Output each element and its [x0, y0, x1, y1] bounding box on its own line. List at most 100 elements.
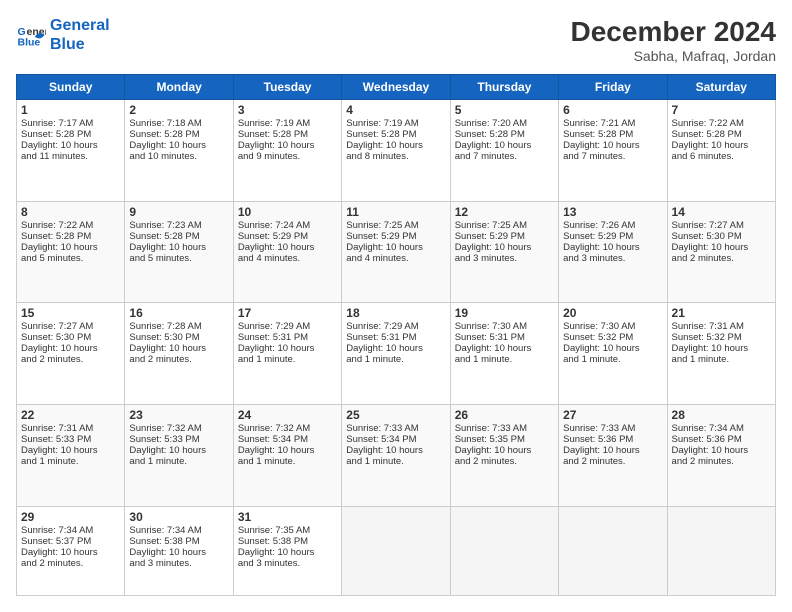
table-row: 20Sunrise: 7:30 AMSunset: 5:32 PMDayligh…: [559, 303, 667, 405]
day-info: and 6 minutes.: [672, 151, 771, 162]
day-info: and 1 minute.: [238, 456, 337, 467]
col-wednesday: Wednesday: [342, 75, 450, 100]
table-row: 10Sunrise: 7:24 AMSunset: 5:29 PMDayligh…: [233, 201, 341, 303]
day-info: and 7 minutes.: [455, 151, 554, 162]
day-info: and 1 minute.: [455, 354, 554, 365]
day-info: Sunset: 5:38 PM: [129, 536, 228, 547]
header: G eneral Blue General Blue December 2024…: [16, 16, 776, 64]
day-info: Sunset: 5:28 PM: [21, 129, 120, 140]
table-row: 23Sunrise: 7:32 AMSunset: 5:33 PMDayligh…: [125, 405, 233, 507]
day-info: Sunrise: 7:27 AM: [672, 220, 771, 231]
table-row: [559, 506, 667, 595]
day-info: and 9 minutes.: [238, 151, 337, 162]
day-info: Sunset: 5:29 PM: [238, 231, 337, 242]
day-info: Sunrise: 7:34 AM: [21, 525, 120, 536]
day-info: Sunrise: 7:31 AM: [21, 423, 120, 434]
day-number: 27: [563, 408, 662, 422]
day-number: 1: [21, 103, 120, 117]
col-sunday: Sunday: [17, 75, 125, 100]
day-number: 2: [129, 103, 228, 117]
table-row: 26Sunrise: 7:33 AMSunset: 5:35 PMDayligh…: [450, 405, 558, 507]
table-row: 28Sunrise: 7:34 AMSunset: 5:36 PMDayligh…: [667, 405, 775, 507]
day-info: and 1 minute.: [346, 456, 445, 467]
day-info: Sunset: 5:28 PM: [346, 129, 445, 140]
col-monday: Monday: [125, 75, 233, 100]
day-info: Sunset: 5:33 PM: [129, 434, 228, 445]
day-info: Daylight: 10 hours: [238, 140, 337, 151]
day-info: Daylight: 10 hours: [672, 445, 771, 456]
day-info: and 7 minutes.: [563, 151, 662, 162]
day-info: and 1 minute.: [563, 354, 662, 365]
day-info: Sunrise: 7:20 AM: [455, 118, 554, 129]
day-number: 6: [563, 103, 662, 117]
day-info: Daylight: 10 hours: [563, 343, 662, 354]
day-info: Daylight: 10 hours: [21, 445, 120, 456]
day-number: 29: [21, 510, 120, 524]
day-info: Sunrise: 7:25 AM: [455, 220, 554, 231]
day-info: Sunrise: 7:17 AM: [21, 118, 120, 129]
day-info: Sunset: 5:36 PM: [563, 434, 662, 445]
day-info: Sunrise: 7:21 AM: [563, 118, 662, 129]
day-info: Daylight: 10 hours: [455, 445, 554, 456]
day-info: Sunrise: 7:19 AM: [238, 118, 337, 129]
day-info: Sunset: 5:28 PM: [21, 231, 120, 242]
day-info: Sunset: 5:29 PM: [563, 231, 662, 242]
day-info: Sunset: 5:30 PM: [672, 231, 771, 242]
table-row: [450, 506, 558, 595]
day-info: Sunrise: 7:24 AM: [238, 220, 337, 231]
day-info: Sunset: 5:30 PM: [21, 332, 120, 343]
table-row: 14Sunrise: 7:27 AMSunset: 5:30 PMDayligh…: [667, 201, 775, 303]
table-row: 5Sunrise: 7:20 AMSunset: 5:28 PMDaylight…: [450, 100, 558, 202]
table-row: 16Sunrise: 7:28 AMSunset: 5:30 PMDayligh…: [125, 303, 233, 405]
day-info: Sunrise: 7:30 AM: [455, 321, 554, 332]
day-info: Sunset: 5:32 PM: [563, 332, 662, 343]
day-info: Sunrise: 7:32 AM: [129, 423, 228, 434]
day-info: Daylight: 10 hours: [238, 242, 337, 253]
table-row: 11Sunrise: 7:25 AMSunset: 5:29 PMDayligh…: [342, 201, 450, 303]
day-number: 26: [455, 408, 554, 422]
day-number: 23: [129, 408, 228, 422]
col-friday: Friday: [559, 75, 667, 100]
day-info: and 1 minute.: [672, 354, 771, 365]
day-info: Sunset: 5:29 PM: [455, 231, 554, 242]
day-info: Daylight: 10 hours: [563, 242, 662, 253]
day-info: Daylight: 10 hours: [455, 343, 554, 354]
day-info: Sunrise: 7:33 AM: [455, 423, 554, 434]
day-info: Sunset: 5:28 PM: [672, 129, 771, 140]
day-number: 13: [563, 205, 662, 219]
day-number: 28: [672, 408, 771, 422]
table-row: 6Sunrise: 7:21 AMSunset: 5:28 PMDaylight…: [559, 100, 667, 202]
day-info: Sunset: 5:31 PM: [238, 332, 337, 343]
day-number: 30: [129, 510, 228, 524]
day-info: Sunrise: 7:23 AM: [129, 220, 228, 231]
table-row: 21Sunrise: 7:31 AMSunset: 5:32 PMDayligh…: [667, 303, 775, 405]
day-info: Daylight: 10 hours: [238, 343, 337, 354]
day-info: Daylight: 10 hours: [346, 242, 445, 253]
table-row: 1Sunrise: 7:17 AMSunset: 5:28 PMDaylight…: [17, 100, 125, 202]
day-info: Daylight: 10 hours: [455, 140, 554, 151]
table-row: 19Sunrise: 7:30 AMSunset: 5:31 PMDayligh…: [450, 303, 558, 405]
day-info: Sunset: 5:38 PM: [238, 536, 337, 547]
day-number: 3: [238, 103, 337, 117]
col-tuesday: Tuesday: [233, 75, 341, 100]
day-number: 11: [346, 205, 445, 219]
day-number: 18: [346, 306, 445, 320]
day-info: Daylight: 10 hours: [672, 140, 771, 151]
day-info: Daylight: 10 hours: [455, 242, 554, 253]
day-info: Sunrise: 7:18 AM: [129, 118, 228, 129]
table-row: 12Sunrise: 7:25 AMSunset: 5:29 PMDayligh…: [450, 201, 558, 303]
table-row: [342, 506, 450, 595]
day-info: Sunset: 5:30 PM: [129, 332, 228, 343]
table-row: 29Sunrise: 7:34 AMSunset: 5:37 PMDayligh…: [17, 506, 125, 595]
day-info: and 3 minutes.: [238, 558, 337, 569]
day-info: Sunset: 5:28 PM: [129, 231, 228, 242]
main-title: December 2024: [571, 16, 776, 48]
table-row: [667, 506, 775, 595]
day-info: Daylight: 10 hours: [21, 343, 120, 354]
day-info: Daylight: 10 hours: [129, 445, 228, 456]
table-row: 17Sunrise: 7:29 AMSunset: 5:31 PMDayligh…: [233, 303, 341, 405]
day-info: and 4 minutes.: [346, 253, 445, 264]
table-row: 22Sunrise: 7:31 AMSunset: 5:33 PMDayligh…: [17, 405, 125, 507]
day-info: Sunrise: 7:29 AM: [238, 321, 337, 332]
calendar-header-row: Sunday Monday Tuesday Wednesday Thursday…: [17, 75, 776, 100]
